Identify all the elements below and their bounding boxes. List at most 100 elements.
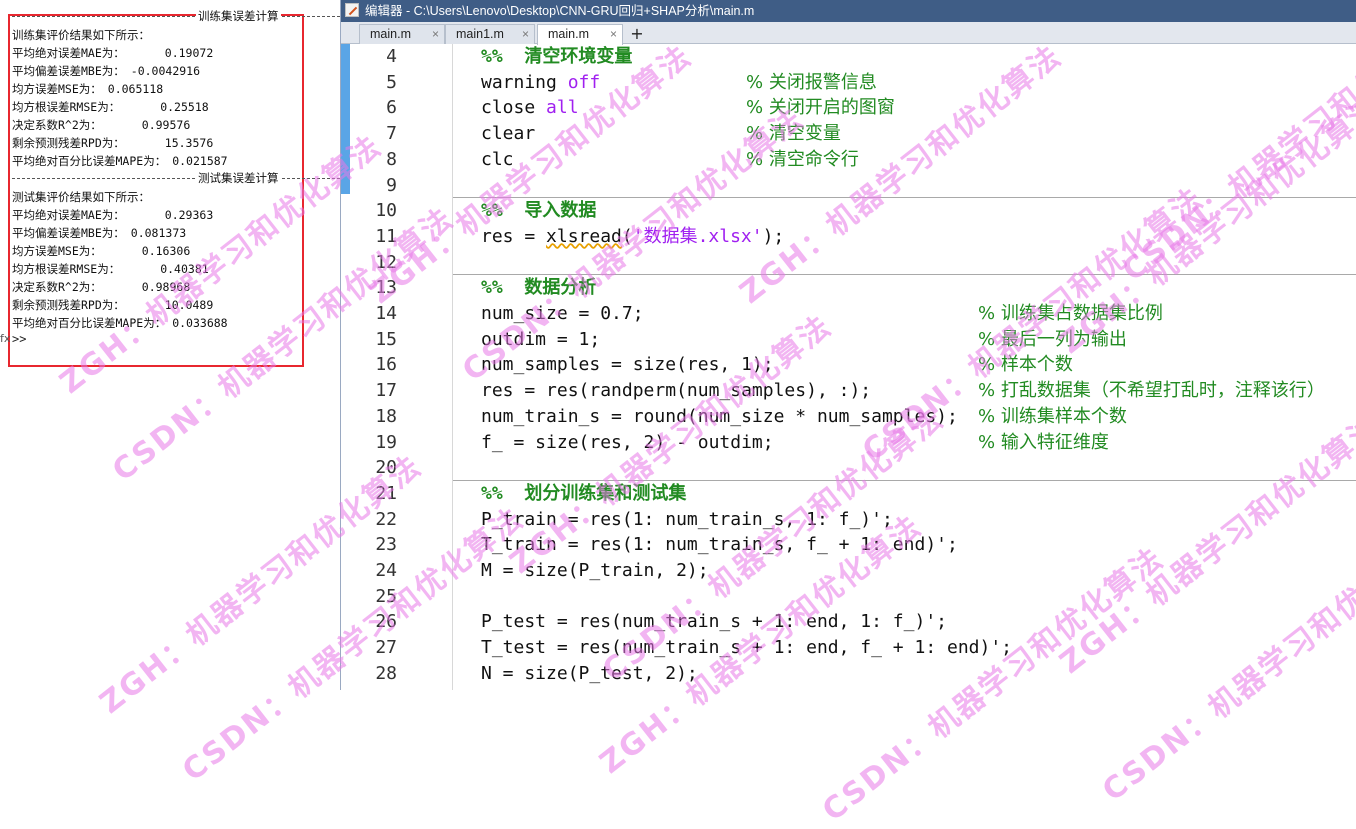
metric-label: 测试集评价结果如下所示： [12,190,150,204]
close-icon[interactable]: × [432,25,439,44]
code-line[interactable]: 12 [341,250,1356,276]
line-number: 10 [375,200,397,222]
code-line[interactable]: 13 %% 数据分析 [341,275,1356,301]
add-tab-button[interactable]: + [626,25,648,43]
metric-row: 剩余预测残差RPD为： 10.0489 [12,296,340,314]
code-line[interactable]: 18 num_train_s = round(num_size * num_sam… [341,404,1356,430]
tab-main1[interactable]: main1.m × [445,24,535,44]
close-icon[interactable]: × [522,25,529,44]
line-number: 13 [375,277,397,299]
code-text: res = xlsread('数据集.xlsx'); [481,225,785,247]
code-line[interactable]: 7 clear % 清空变量 [341,121,1356,147]
code-comment: % 关闭开启的图窗 [746,97,895,119]
metric-label: 均方根误差RMSE为： [12,262,121,276]
code-text: warning off [481,71,601,93]
line-number: 22 [375,508,397,530]
metric-row: 决定系数R^2为： 0.98968 [12,278,340,296]
cell-title: %% 清空环境变量 [481,46,633,67]
code-line[interactable]: 20 [341,455,1356,481]
code-line[interactable]: 21 %% 划分训练集和测试集 [341,481,1356,507]
metric-label: 剩余预测残差RPD为： [12,136,125,150]
close-icon[interactable]: × [610,25,617,44]
code-line[interactable]: 4 %% 清空环境变量 [341,44,1356,70]
code-text: outdim = 1; [481,328,601,350]
result-heading: 测试集评价结果如下所示： [12,188,340,206]
code-text: T_test = res(num_train_s + 1: end, f_ + … [481,637,1013,659]
line-number: 20 [375,457,397,479]
code-line[interactable]: 22 P_train = res(1: num_train_s, 1: f_)'; [341,507,1356,533]
metric-label: 均方误差MSE为： [12,82,102,96]
code-line[interactable]: 5 warning off % 关闭报警信息 [341,70,1356,96]
code-text: num_size = 0.7; [481,303,644,324]
metric-label: 剩余预测残差RPD为： [12,298,125,312]
code-comment: % 输入特征维度 [978,431,1109,453]
metric-value: 10.0489 [164,298,214,312]
tab-label: main.m [548,27,589,41]
test-separator: 测试集误差计算 [12,170,340,188]
tab-main[interactable]: main.m × [359,24,445,44]
code-text: P_train = res(1: num_train_s, 1: f_)'; [481,508,893,530]
metric-label: 平均偏差误差MBE为： [12,226,125,240]
tab-label: main1.m [456,27,504,41]
metric-label: 平均偏差误差MBE为： [12,64,125,78]
code-line[interactable]: 27 T_test = res(num_train_s + 1: end, f_ … [341,635,1356,661]
code-line[interactable]: 24 M = size(P_train, 2); [341,558,1356,584]
code-line[interactable]: 16 num_samples = size(res, 1); % 样本个数 [341,352,1356,378]
code-line[interactable]: 25 [341,584,1356,610]
metric-value: 0.021587 [172,154,228,168]
code-text: f_ = size(res, 2) - outdim; [481,431,774,453]
code-line[interactable]: 14 num_size = 0.7; % 训练集占数据集比例 [341,301,1356,327]
metric-label: 训练集评价结果如下所示： [12,28,150,42]
line-number: 28 [375,662,397,684]
separator-rule [12,178,340,179]
code-text: num_samples = size(res, 1); [481,354,774,376]
cell-title: %% 数据分析 [481,277,597,299]
editor-panel: 编辑器 - C:\Users\Lenovo\Desktop\CNN-GRU回归+… [340,0,1356,690]
code-line[interactable]: 10 %% 导入数据 [341,198,1356,224]
line-number: 8 [386,148,397,170]
line-number: 7 [386,123,397,145]
code-line[interactable]: 28 N = size(P_test, 2); [341,661,1356,687]
code-editor[interactable]: 4 %% 清空环境变量 5 warning off % 关闭报警信息 6 close all… [341,44,1356,690]
metric-value: 0.98968 [141,280,191,294]
metric-label: 平均绝对百分比误差MAPE为： [12,316,167,330]
line-number: 5 [386,71,397,93]
command-prompt[interactable]: >> [12,332,26,346]
code-line[interactable]: 23 T_train = res(1: num_train_s, f_ + 1: … [341,532,1356,558]
line-number: 23 [375,534,397,556]
line-number: 17 [375,380,397,402]
metric-row: 决定系数R^2为： 0.99576 [12,116,340,134]
code-text: clear [481,123,536,145]
code-text: close all [481,97,579,119]
metric-value: 0.25518 [160,100,209,114]
code-line[interactable]: 17 res = res(randperm(num_samples), :); % … [341,378,1356,404]
metric-row: 均方误差MSE为： 0.16306 [12,242,340,260]
line-number: 15 [375,328,397,350]
code-comment: % 样本个数 [978,354,1073,376]
code-text: T_train = res(1: num_train_s, f_ + 1: en… [481,534,958,556]
code-line[interactable]: 15 outdim = 1; % 最后一列为输出 [341,327,1356,353]
metric-row: 平均绝对误差MAE为： 0.29363 [12,206,340,224]
metric-row: 平均绝对百分比误差MAPE为： 0.033688 [12,314,340,332]
cell-title: %% 划分训练集和测试集 [481,482,687,504]
line-number: 18 [375,405,397,427]
metric-row: 剩余预测残差RPD为： 15.3576 [12,134,340,152]
code-line[interactable]: 8 clc % 清空命令行 [341,147,1356,173]
metric-value: 0.065118 [107,82,164,96]
metric-value: -0.0042916 [130,64,201,78]
test-section-label: 测试集误差计算 [196,170,281,188]
metric-label: 均方误差MSE为： [12,244,102,258]
code-line[interactable]: 11 res = xlsread('数据集.xlsx'); [341,224,1356,250]
code-line[interactable]: 19 f_ = size(res, 2) - outdim; % 输入特征维度 [341,430,1356,456]
command-window[interactable]: 训练集误差计算 训练集评价结果如下所示： 平均绝对误差MAE为： 0.19072 平均… [0,0,340,690]
metric-value: 15.3576 [164,136,214,150]
tab-main-active[interactable]: main.m × [537,24,623,45]
metric-label: 决定系数R^2为： [12,280,102,294]
line-number: 9 [386,174,397,196]
code-text: M = size(P_train, 2); [481,560,709,581]
code-text: clc [481,148,514,170]
code-line[interactable]: 6 close all % 关闭开启的图窗 [341,95,1356,121]
code-line[interactable]: 26 P_test = res(num_train_s + 1: end, 1: … [341,609,1356,635]
code-line[interactable]: 9 [341,173,1356,199]
code-comment: % 最后一列为输出 [978,328,1127,350]
